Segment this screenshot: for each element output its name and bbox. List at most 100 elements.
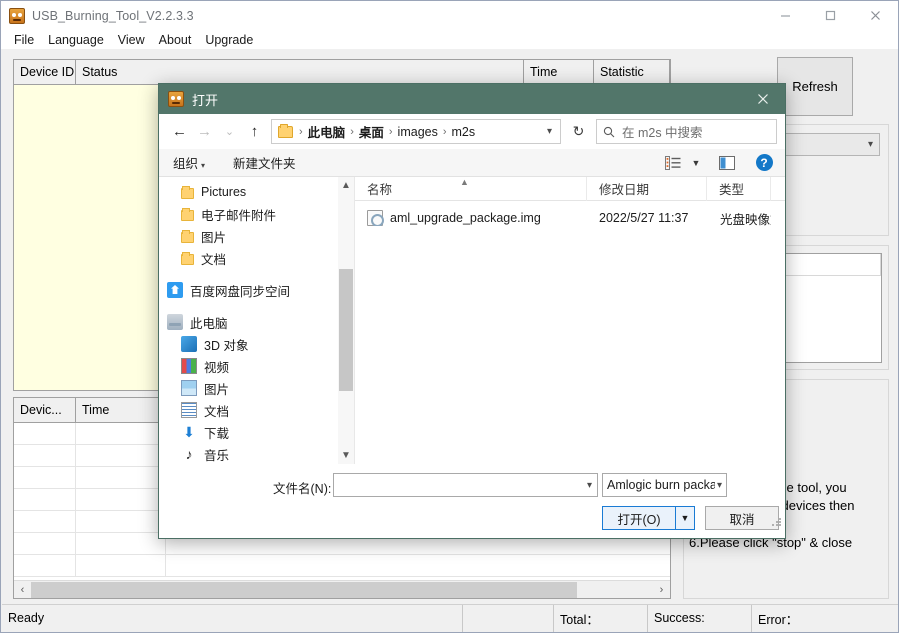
- help-icon: ?: [755, 154, 773, 171]
- downloads-icon: ⬇: [183, 424, 195, 440]
- music-icon: ♪: [185, 446, 193, 462]
- tree-item-downloads[interactable]: ⬇ 下载: [159, 421, 354, 443]
- cancel-button[interactable]: 取消: [705, 506, 779, 530]
- device-col-status[interactable]: Status: [76, 60, 524, 84]
- tree-item-videos[interactable]: 视频: [159, 355, 354, 377]
- breadcrumb-item-3[interactable]: m2s: [450, 125, 478, 139]
- file-name-label: aml_upgrade_package.img: [390, 211, 541, 225]
- device-col-statistic[interactable]: Statistic: [594, 60, 670, 84]
- forward-icon[interactable]: →: [192, 119, 217, 144]
- tree-item-baidu-netdisk[interactable]: 百度网盘同步空间: [159, 279, 354, 301]
- videos-icon: [181, 358, 197, 374]
- log-col-time[interactable]: Time: [76, 398, 166, 422]
- scroll-left-icon[interactable]: ‹: [14, 581, 31, 598]
- chevron-down-icon[interactable]: ▾: [587, 480, 592, 491]
- tree-item-pictures[interactable]: Pictures: [159, 181, 354, 203]
- resize-grip[interactable]: [771, 517, 782, 528]
- tree-item-label: 图片: [204, 382, 230, 397]
- tree-item-music[interactable]: ♪ 音乐: [159, 443, 354, 464]
- table-row[interactable]: [14, 555, 670, 577]
- chevron-down-icon[interactable]: ▾: [547, 126, 556, 137]
- tree-item-pictures-pc[interactable]: 图片: [159, 377, 354, 399]
- tree-item-documents-cn[interactable]: 文档: [159, 247, 354, 269]
- menu-language[interactable]: Language: [41, 32, 111, 48]
- file-col-name[interactable]: 名称 ▲: [355, 176, 587, 201]
- search-box[interactable]: 在 m2s 中搜索: [596, 119, 777, 144]
- refresh-button[interactable]: Refresh: [777, 57, 853, 116]
- window-controls: [763, 1, 898, 30]
- help-button[interactable]: ?: [751, 152, 777, 174]
- file-col-name-label: 名称: [367, 183, 393, 197]
- tree-item-label: 下载: [204, 426, 230, 441]
- file-type-filter-combo[interactable]: Amlogic burn package (*.img ▾: [602, 473, 727, 497]
- menu-view[interactable]: View: [111, 32, 152, 48]
- scrollbar-track[interactable]: [577, 581, 653, 598]
- organize-button[interactable]: 组织 ▾: [167, 151, 211, 174]
- file-list-header: 名称 ▲ 修改日期 类型: [355, 176, 785, 201]
- view-options-dropdown-icon[interactable]: ▼: [688, 152, 704, 174]
- file-col-date[interactable]: 修改日期: [587, 176, 707, 201]
- file-col-type[interactable]: 类型: [707, 176, 771, 201]
- tree-vertical-scrollbar[interactable]: ▲ ▼: [338, 177, 354, 464]
- open-dropdown-button[interactable]: ▼: [676, 506, 695, 530]
- scrollbar-thumb[interactable]: [339, 269, 353, 391]
- menu-about[interactable]: About: [152, 32, 199, 48]
- status-total: Total：: [560, 612, 599, 627]
- preview-pane-icon[interactable]: [714, 152, 740, 174]
- recent-locations-icon[interactable]: ⌄: [217, 119, 242, 144]
- breadcrumb-sep: ›: [299, 125, 303, 138]
- filename-input[interactable]: ▾: [333, 473, 598, 497]
- device-col-time[interactable]: Time: [524, 60, 594, 84]
- tree-item-label: 3D 对象: [204, 338, 249, 353]
- breadcrumb-item-1[interactable]: 桌面: [357, 122, 386, 141]
- this-pc-icon: [167, 314, 183, 330]
- breadcrumb-item-0[interactable]: 此电脑: [306, 122, 348, 141]
- scroll-up-icon[interactable]: ▲: [338, 177, 354, 194]
- file-list-item[interactable]: aml_upgrade_package.img 2022/5/27 11:37 …: [355, 205, 785, 231]
- log-horizontal-scrollbar[interactable]: ‹ ›: [14, 580, 670, 598]
- back-icon[interactable]: ←: [167, 119, 192, 144]
- open-button[interactable]: 打开(O): [602, 506, 676, 530]
- dialog-close-button[interactable]: [741, 84, 785, 114]
- folder-icon: [181, 251, 194, 265]
- maximize-button[interactable]: [808, 1, 853, 30]
- search-icon: [603, 126, 615, 137]
- scroll-right-icon[interactable]: ›: [653, 581, 670, 598]
- folder-icon: [181, 207, 194, 221]
- tree-item-3d-objects[interactable]: 3D 对象: [159, 333, 354, 355]
- scroll-down-icon[interactable]: ▼: [338, 447, 354, 464]
- breadcrumb-item-2[interactable]: images: [396, 125, 440, 139]
- up-icon[interactable]: ↑: [242, 119, 267, 144]
- tree-item-label: 视频: [204, 360, 230, 375]
- chevron-down-icon: ▾: [716, 479, 722, 491]
- tree-item-label: 此电脑: [190, 316, 228, 331]
- view-options-icon[interactable]: [660, 152, 686, 174]
- disc-image-file-icon: [367, 210, 384, 226]
- folder-icon: [181, 185, 194, 199]
- status-error: Error：: [758, 612, 799, 627]
- file-type-filter-value: Amlogic burn package (*.img: [607, 478, 715, 492]
- menu-upgrade[interactable]: Upgrade: [198, 32, 260, 48]
- tree-item-label: 音乐: [204, 448, 230, 463]
- new-folder-button[interactable]: 新建文件夹: [227, 151, 302, 174]
- tree-item-pictures-cn[interactable]: 图片: [159, 225, 354, 247]
- tree-item-email-attachments[interactable]: 电子邮件附件: [159, 203, 354, 225]
- statusbar: Ready Total： Success: Error：: [2, 604, 898, 632]
- close-button[interactable]: [853, 1, 898, 30]
- status-ready: Ready: [8, 611, 45, 625]
- tree-item-this-pc[interactable]: 此电脑: [159, 311, 354, 333]
- address-bar[interactable]: › 此电脑 › 桌面 › images › m2s ▾: [271, 119, 561, 144]
- log-col-device[interactable]: Devic...: [14, 398, 76, 422]
- file-name-cell: aml_upgrade_package.img: [355, 210, 587, 226]
- refresh-icon[interactable]: ↻: [566, 119, 591, 144]
- scrollbar-thumb[interactable]: [31, 581, 577, 598]
- folder-icon: [278, 123, 293, 138]
- tree-item-label: 文档: [204, 404, 230, 419]
- tree-item-label: 百度网盘同步空间: [190, 284, 291, 299]
- tree-item-documents-pc[interactable]: 文档: [159, 399, 354, 421]
- filename-label: 文件名(N):: [273, 482, 332, 496]
- device-col-device-id[interactable]: Device ID: [14, 60, 76, 84]
- minimize-button[interactable]: [763, 1, 808, 30]
- menu-file[interactable]: File: [7, 32, 41, 48]
